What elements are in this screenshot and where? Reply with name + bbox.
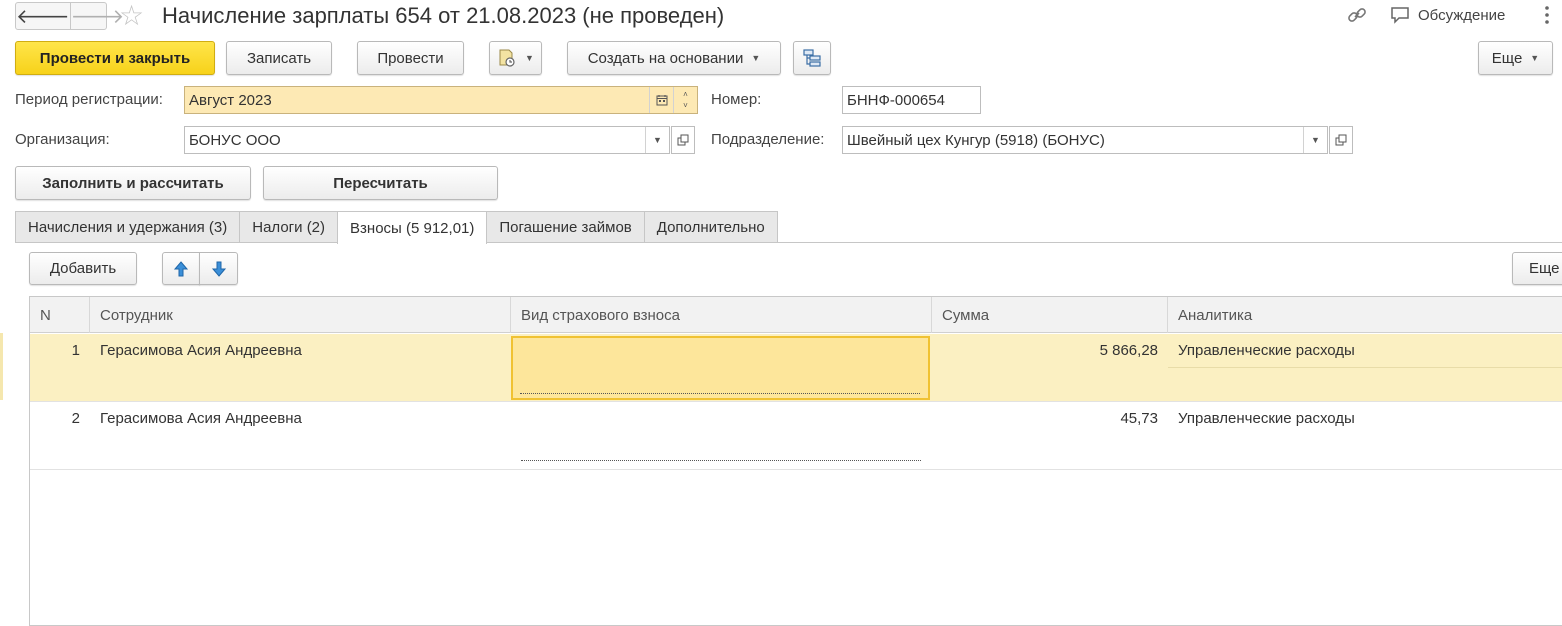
period-value: Август 2023 [189,91,272,109]
chevron-down-icon: ▼ [525,53,534,63]
row-number: 2 [71,410,80,427]
tab-bar: Начисления и удержания (3) Налоги (2) Вз… [15,211,778,244]
history-nav: 🡐 🡒 [15,2,124,30]
column-n[interactable]: N [30,297,90,333]
arrow-down-icon [211,261,226,277]
contribution-type-cell[interactable] [511,402,932,470]
department-field[interactable]: Швейный цех Кунгур (5918) (БОНУС) ▼ [842,126,1328,154]
save-button[interactable]: Записать [226,41,332,75]
employee-cell[interactable]: Герасимова Асия Андреевна [90,334,511,402]
tab-contributions[interactable]: Взносы (5 912,01) [337,211,488,244]
column-analytics[interactable]: Аналитика [1168,297,1562,333]
spinner-icon[interactable]: ˄ ˅ [673,87,697,113]
sum-cell[interactable]: 5 866,28 [932,334,1168,402]
period-label: Период регистрации: [15,91,163,108]
column-contribution-type[interactable]: Вид страхового взноса [511,297,932,333]
chevron-down-icon: ▼ [1530,53,1540,63]
number-value: БННФ-000654 [847,91,945,109]
table-header: N Сотрудник Вид страхового взноса Сумма … [30,297,1562,333]
star-icon[interactable]: ☆ [119,0,144,32]
document-report-icon [499,49,515,67]
report-menu-button[interactable]: ▼ [489,41,542,75]
department-value: Швейный цех Кунгур (5918) (БОНУС) [847,131,1105,149]
department-label: Подразделение: [711,131,825,148]
calendar-icon[interactable] [649,87,673,113]
add-button[interactable]: Добавить [29,252,137,285]
table-row[interactable]: 2 Герасимова Асия Андреевна 45,73 Управл… [30,402,1562,470]
contribution-type-cell-active[interactable] [511,336,930,400]
chevron-down-icon: ▼ [751,53,761,63]
organization-value: БОНУС ООО [189,131,281,149]
open-icon [1335,134,1347,146]
tab-taxes[interactable]: Налоги (2) [239,211,339,243]
recalculate-button[interactable]: Пересчитать [263,166,498,200]
discussion-button[interactable]: Обсуждение [1390,5,1505,25]
create-based-on-label: Создать на основании [587,49,744,67]
tab-accruals[interactable]: Начисления и удержания (3) [15,211,241,243]
structure-button[interactable] [793,41,831,75]
column-employee[interactable]: Сотрудник [90,297,511,333]
contributions-table: N Сотрудник Вид страхового взноса Сумма … [29,296,1562,626]
arrow-up-icon [173,260,189,276]
post-button[interactable]: Провести [357,41,464,75]
open-organization-button[interactable] [671,126,695,154]
number-label: Номер: [711,91,762,108]
employee-cell[interactable]: Герасимова Асия Андреевна [90,402,511,470]
discussion-label: Обсуждение [1418,6,1506,24]
period-field[interactable]: Август 2023 ˄ ˅ [184,86,698,114]
row-number: 1 [71,342,80,359]
arrow-right-icon[interactable]: 🡒 [69,3,124,29]
column-sum[interactable]: Сумма [932,297,1168,333]
analytics-cell[interactable]: Управленческие расходы [1168,402,1562,470]
move-down-button[interactable] [199,252,238,285]
arrow-left-icon[interactable]: 🡐 [16,3,70,29]
organization-label: Организация: [15,131,110,148]
empty-value-underline [521,460,921,461]
window-title: Начисление зарплаты 654 от 21.08.2023 (н… [162,3,725,28]
post-and-close-button[interactable]: Провести и закрыть [15,41,215,75]
chevron-down-icon[interactable]: ▼ [1303,127,1327,153]
table-row[interactable]: 1 Герасимова Асия Андреевна 5 866,28 Упр… [30,334,1562,402]
more-label: Еще [1491,49,1523,67]
tab-additional[interactable]: Дополнительно [643,211,778,243]
discussion-icon [1391,7,1409,24]
create-based-on-button[interactable]: Создать на основании ▼ [567,41,781,75]
number-field[interactable]: БННФ-000654 [842,86,981,114]
open-department-button[interactable] [1329,126,1353,154]
organization-field[interactable]: БОНУС ООО ▼ [184,126,670,154]
tab-divider [15,242,1562,243]
kebab-icon[interactable] [1544,4,1550,26]
sum-cell[interactable]: 45,73 [932,402,1168,470]
more-button[interactable]: Еще ▼ [1478,41,1553,75]
empty-value-underline [520,393,920,394]
analytics-cell[interactable]: Управленческие расходы [1168,334,1562,368]
hierarchy-icon [803,49,821,67]
link-icon[interactable] [1346,4,1368,26]
left-edge-selection-mark [0,333,3,400]
chevron-down-icon[interactable]: ▼ [645,127,669,153]
move-up-button[interactable] [162,252,200,285]
tab-loan-repayment[interactable]: Погашение займов [486,211,645,243]
fill-and-calculate-button[interactable]: Заполнить и рассчитать [15,166,251,200]
table-more-button[interactable]: Еще [1512,252,1562,285]
open-icon [677,134,689,146]
